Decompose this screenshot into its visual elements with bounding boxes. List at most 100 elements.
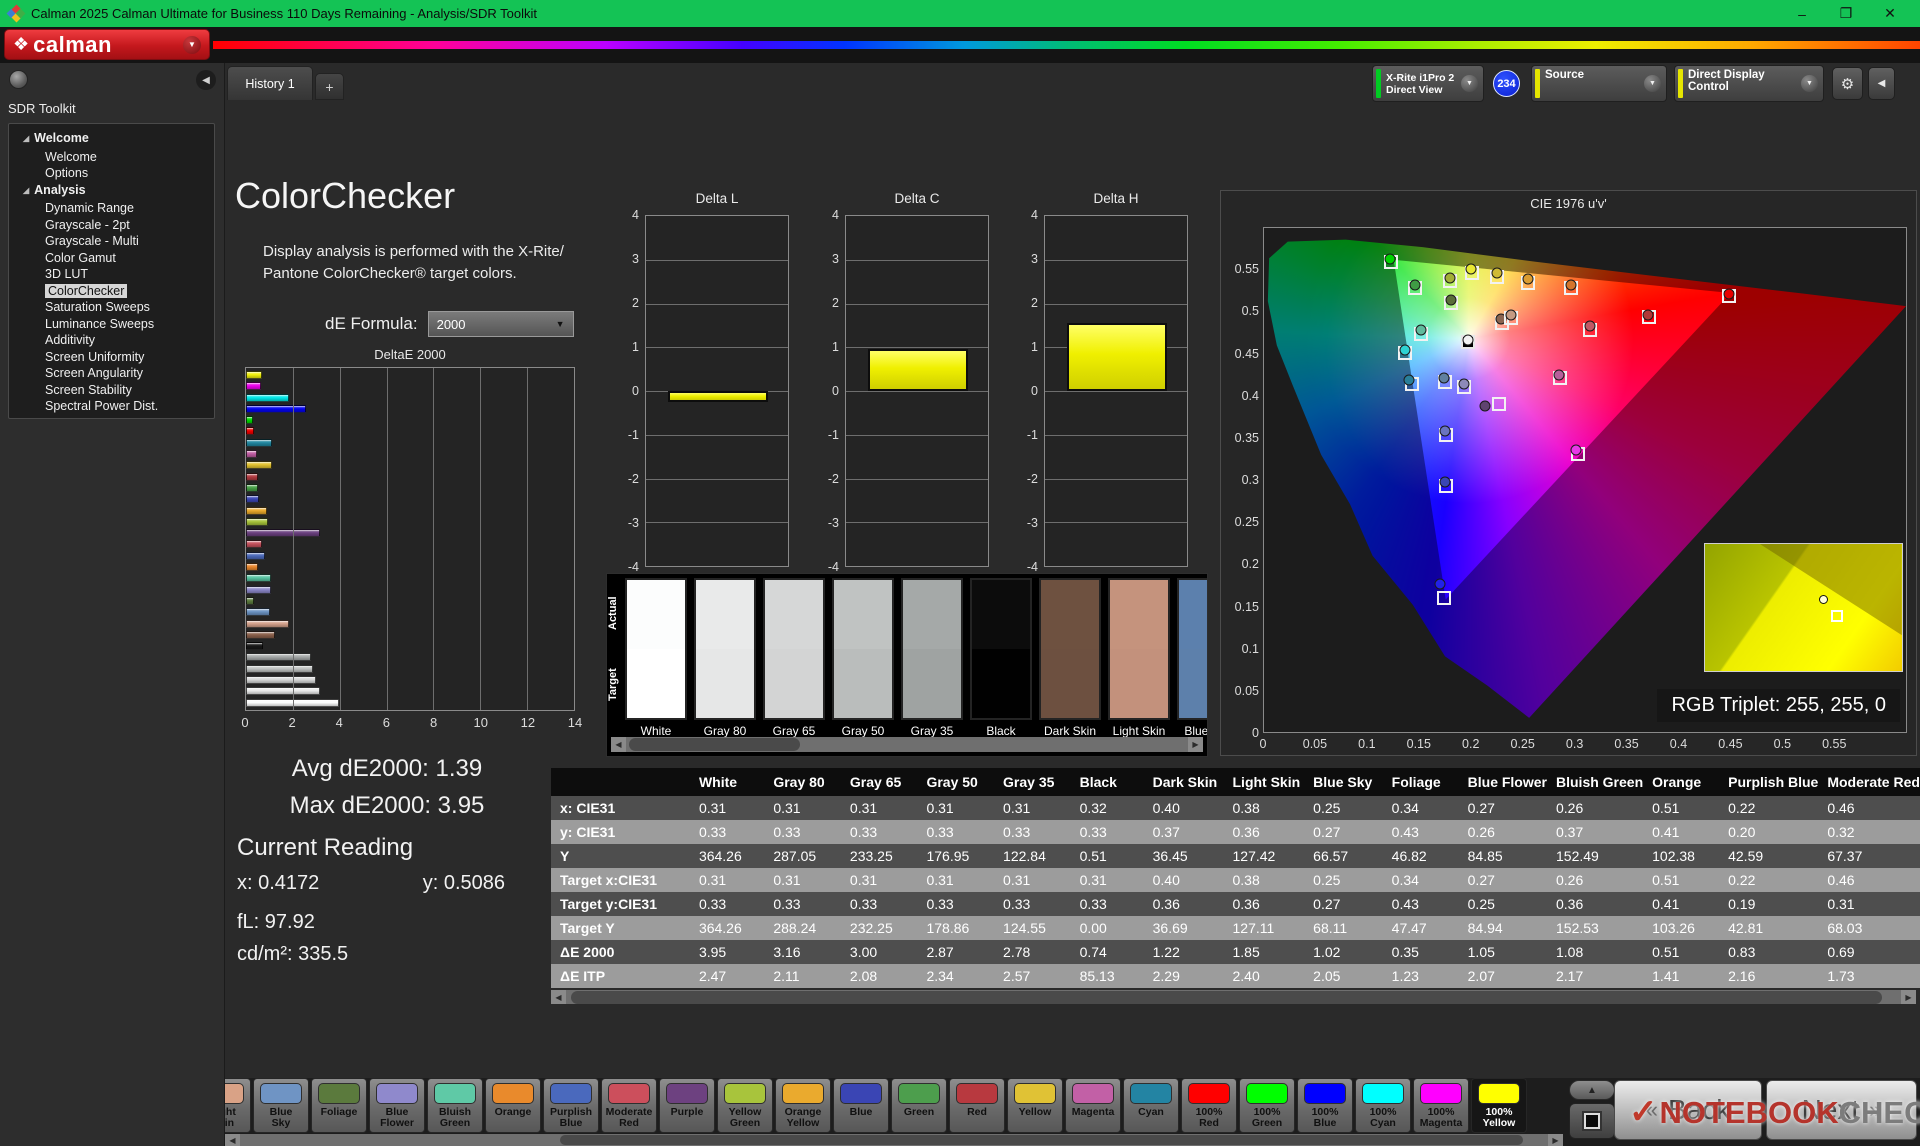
patch-button-yellow-green[interactable]: Yellow Green (717, 1078, 773, 1133)
patch-button-foliage[interactable]: Foliage (311, 1078, 367, 1133)
patch-button-orange[interactable]: Orange (485, 1078, 541, 1133)
scroll-left-icon[interactable]: ◀ (551, 990, 566, 1004)
tree-expander-icon[interactable]: ◢ (23, 131, 29, 148)
sidebar-item-screen-stability[interactable]: Screen Stability (9, 382, 214, 399)
cell: 66.57 (1304, 844, 1383, 868)
tab-history-1[interactable]: History 1 (227, 66, 313, 100)
sidebar-item-screen-uniformity[interactable]: Screen Uniformity (9, 349, 214, 366)
sidebar-item-color-gamut[interactable]: Color Gamut (9, 250, 214, 267)
gridline (1045, 391, 1187, 392)
patch-button-100-red[interactable]: 100% Red (1181, 1078, 1237, 1133)
tree-expander-icon[interactable]: ◢ (23, 183, 29, 200)
swatch-name: Light Skin (1112, 724, 1166, 738)
inset-measured-dot (1819, 594, 1829, 604)
patch-button-moderate-red[interactable]: Moderate Red (601, 1078, 657, 1133)
back-button[interactable]: « Back (1614, 1080, 1762, 1140)
patch-button-100-green[interactable]: 100% Green (1239, 1078, 1295, 1133)
scroll-right-icon[interactable]: ▶ (1188, 737, 1203, 752)
patch-button-bluish-green[interactable]: Bluish Green (427, 1078, 483, 1133)
patch-button-purplish-blue[interactable]: Purplish Blue (543, 1078, 599, 1133)
cell: 0.36 (1223, 820, 1305, 844)
sidebar-item-luminance-sweeps[interactable]: Luminance Sweeps (9, 316, 214, 333)
swatch-target (903, 649, 961, 718)
sidebar-item-options[interactable]: Options (9, 165, 214, 182)
meter-caret[interactable]: ▼ (1461, 75, 1478, 92)
patch-button-orange-yellow[interactable]: Orange Yellow (775, 1078, 831, 1133)
meter-dropdown[interactable]: X-Rite i1Pro 2 Direct View ▼ (1372, 65, 1484, 102)
sidebar-item-dynamic-range[interactable]: Dynamic Range (9, 200, 214, 217)
patch-button-purple[interactable]: Purple (659, 1078, 715, 1133)
calman-menu-button[interactable]: ❖ calman ▼ (4, 29, 210, 60)
patch-button-blue[interactable]: Blue (833, 1078, 889, 1133)
scroll-right-icon[interactable]: ▶ (1548, 1134, 1563, 1146)
cell: 0.33 (840, 892, 918, 916)
calman-menu-caret[interactable]: ▼ (183, 35, 201, 54)
add-tab-button[interactable]: + (315, 73, 344, 100)
sidebar-item-grayscale-multi[interactable]: Grayscale - Multi (9, 233, 214, 250)
display-control-caret[interactable]: ▼ (1801, 75, 1818, 92)
patch-button-blue-sky[interactable]: Blue Sky (253, 1078, 309, 1133)
scrollbar-thumb[interactable] (571, 991, 1882, 1004)
cell: 42.59 (1719, 844, 1819, 868)
patch-button-magenta[interactable]: Magenta (1065, 1078, 1121, 1133)
swatch-scrollbar[interactable]: ◀ ▶ (611, 737, 1203, 752)
tree-item-label: Screen Stability (45, 382, 132, 397)
display-control-dropdown[interactable]: Direct Display Control ▼ (1674, 65, 1824, 102)
sidebar-item-3d-lut[interactable]: 3D LUT (9, 266, 214, 283)
sidebar-item-analysis[interactable]: ◢ Analysis (9, 182, 214, 201)
meter-count-badge[interactable]: 234 (1493, 70, 1520, 97)
source-caret[interactable]: ▼ (1644, 75, 1661, 92)
de-bar-orange (246, 563, 258, 572)
patch-button-100-blue[interactable]: 100% Blue (1297, 1078, 1353, 1133)
cell: 0.36 (1223, 892, 1305, 916)
sidebar-item-spectral-power-dist[interactable]: Spectral Power Dist. (9, 398, 214, 415)
settings-button[interactable]: ⚙ (1832, 67, 1863, 100)
de-bar-cyan (246, 438, 272, 447)
cell: 0.33 (689, 820, 765, 844)
workflow-status-icon[interactable] (9, 70, 28, 89)
tick-label: 2 (632, 296, 639, 310)
swatch-patch (970, 578, 1032, 720)
sidebar-collapse-button[interactable]: ◀ (196, 70, 216, 90)
patch-button-green[interactable]: Green (891, 1078, 947, 1133)
restore-button[interactable]: ❐ (1824, 5, 1868, 22)
cie-measured-cyan (1403, 374, 1415, 386)
source-status-bar (1535, 69, 1540, 98)
cell: 68.11 (1304, 916, 1383, 940)
cell: 0.33 (994, 820, 1071, 844)
sidebar-item-grayscale-2pt[interactable]: Grayscale - 2pt (9, 217, 214, 234)
de-formula-select[interactable]: 2000 ▼ (427, 311, 574, 337)
source-dropdown[interactable]: Source ▼ (1531, 65, 1667, 102)
stop-measure-button[interactable] (1569, 1103, 1615, 1139)
patch-button-100-yellow[interactable]: 100% Yellow (1471, 1078, 1527, 1133)
table-scrollbar[interactable]: ◀ ▶ (551, 990, 1916, 1004)
sidebar-item-welcome[interactable]: ◢ Welcome (9, 130, 214, 149)
sidebar-item-additivity[interactable]: Additivity (9, 332, 214, 349)
patch-button-blue-flower[interactable]: Blue Flower (369, 1078, 425, 1133)
swatch-name: Gray 65 (772, 724, 816, 738)
next-button[interactable]: Next » (1766, 1080, 1917, 1140)
patch-scrollbar[interactable]: ◀ ▶ (225, 1134, 1563, 1146)
strip-collapse-button[interactable]: ▲ (1569, 1080, 1615, 1100)
sidebar-item-saturation-sweeps[interactable]: Saturation Sweeps (9, 299, 214, 316)
minimize-button[interactable]: – (1780, 6, 1824, 22)
swatch-actual (1110, 580, 1168, 649)
patch-button-cyan[interactable]: Cyan (1123, 1078, 1179, 1133)
scroll-right-icon[interactable]: ▶ (1901, 990, 1916, 1004)
scroll-left-icon[interactable]: ◀ (225, 1134, 240, 1146)
patch-button-100-cyan[interactable]: 100% Cyan (1355, 1078, 1411, 1133)
sidebar-item-welcome[interactable]: Welcome (9, 149, 214, 166)
scrollbar-thumb[interactable] (559, 1135, 1523, 1145)
sidebar-item-screen-angularity[interactable]: Screen Angularity (9, 365, 214, 382)
patch-button-red[interactable]: Red (949, 1078, 1005, 1133)
patch-label: Purple (670, 1106, 704, 1118)
scroll-left-icon[interactable]: ◀ (611, 737, 626, 752)
sidebar-item-colorchecker[interactable]: ColorChecker (9, 283, 214, 300)
patch-button-light-skin[interactable]: LightSkin (225, 1078, 251, 1133)
patch-button-100-magenta[interactable]: 100% Magenta (1413, 1078, 1469, 1133)
tree-item-label: Welcome (45, 149, 97, 164)
scrollbar-thumb[interactable] (628, 738, 801, 751)
panel-collapse-button[interactable]: ◀ (1868, 67, 1895, 100)
patch-button-yellow[interactable]: Yellow (1007, 1078, 1063, 1133)
close-button[interactable]: ✕ (1868, 5, 1912, 22)
